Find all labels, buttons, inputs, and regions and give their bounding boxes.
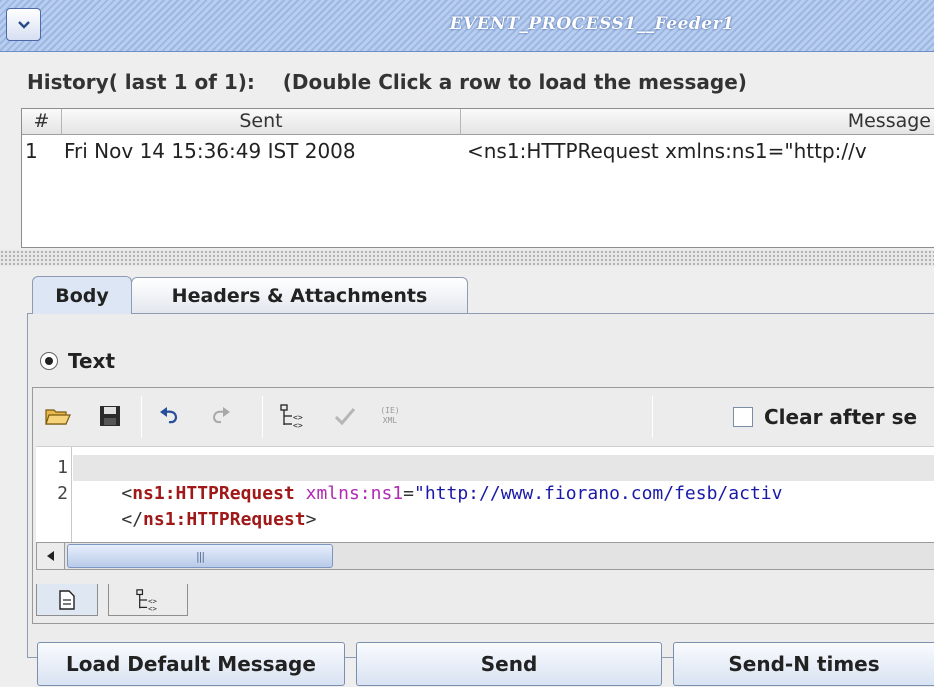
line-number-gutter: 1 2: [36, 447, 72, 543]
svg-text:<>: <>: [293, 421, 303, 429]
triangle-left-icon: [46, 551, 54, 561]
row-number: 1: [25, 139, 38, 163]
split-pane-divider[interactable]: [0, 250, 934, 266]
column-header-message[interactable]: Message: [461, 109, 934, 135]
text-view-icon: [59, 589, 75, 610]
xml-attribute: xmlns:ns1: [305, 483, 404, 504]
toolbar-separator: [652, 396, 653, 438]
xml-format-icon[interactable]: (IE) XML: [375, 401, 405, 431]
clear-after-send-option[interactable]: Clear after se: [733, 405, 917, 429]
xml-equals: =: [403, 483, 414, 504]
tree-view-tab[interactable]: <> <>: [108, 584, 188, 616]
save-icon[interactable]: [95, 401, 125, 431]
redo-icon[interactable]: [205, 401, 235, 431]
tree-view-icon: <> <>: [136, 588, 157, 612]
radio-label: Text: [68, 349, 116, 373]
toolbar-separator: [262, 396, 263, 438]
code-line-2[interactable]: </ns1:HTTPRequest>: [78, 481, 316, 530]
xml-format-glyph-bottom: XML: [382, 416, 398, 425]
clear-after-send-checkbox[interactable]: [733, 407, 753, 427]
table-header: # Sent Message: [22, 109, 934, 135]
xml-tag: ns1:HTTPRequest: [143, 509, 306, 530]
xml-format-glyph-top: (IE): [380, 406, 400, 415]
tab-body[interactable]: Body: [32, 276, 132, 314]
horizontal-scrollbar[interactable]: |||: [36, 542, 934, 570]
row-message: <ns1:HTTPRequest xmlns:ns1="http://v: [467, 139, 867, 163]
xml-editor[interactable]: 1 2 <ns1:HTTPRequest xmlns:ns1="http://w…: [36, 446, 934, 543]
tab-headers-attachments[interactable]: Headers & Attachments: [131, 277, 468, 313]
xml-tree-icon[interactable]: <> <>: [278, 401, 308, 431]
xml-attribute-value: "http://www.fiorano.com/fesb/activ: [414, 483, 783, 504]
scrollbar-thumb[interactable]: |||: [67, 544, 333, 568]
svg-text:<>: <>: [148, 604, 157, 612]
check-icon[interactable]: [330, 401, 360, 431]
open-folder-icon[interactable]: [43, 401, 73, 431]
radio-button[interactable]: [40, 352, 58, 370]
clear-after-send-label: Clear after se: [764, 405, 918, 429]
load-default-message-button[interactable]: Load Default Message: [37, 642, 345, 686]
code-line-1[interactable]: <ns1:HTTPRequest xmlns:ns1="http://www.f…: [78, 455, 782, 504]
text-radio-option[interactable]: Text: [40, 348, 115, 374]
undo-icon[interactable]: [155, 401, 185, 431]
text-view-tab[interactable]: [36, 584, 98, 616]
row-sent: Fri Nov 14 15:36:49 IST 2008: [64, 139, 356, 163]
column-header-sent[interactable]: Sent: [62, 109, 461, 135]
toolbar-separator: [141, 396, 142, 438]
history-label: History( last 1 of 1): (Double Click a r…: [27, 70, 747, 94]
scroll-left-button[interactable]: [37, 543, 65, 569]
table-row[interactable]: 1 Fri Nov 14 15:36:49 IST 2008 <ns1:HTTP…: [22, 136, 934, 166]
column-header-number[interactable]: #: [22, 109, 62, 135]
xml-bracket: >: [305, 509, 317, 530]
line-number: 2: [57, 483, 68, 504]
window-title: EVENT_PROCESS1__Feeder1: [449, 14, 735, 34]
send-n-times-button[interactable]: Send-N times: [673, 642, 934, 686]
send-button[interactable]: Send: [356, 642, 662, 686]
history-table: # Sent Message 1 Fri Nov 14 15:36:49 IST…: [21, 108, 934, 248]
line-number: 1: [57, 457, 68, 478]
xml-bracket: </: [121, 509, 144, 530]
scrollbar-grip: |||: [195, 549, 205, 563]
